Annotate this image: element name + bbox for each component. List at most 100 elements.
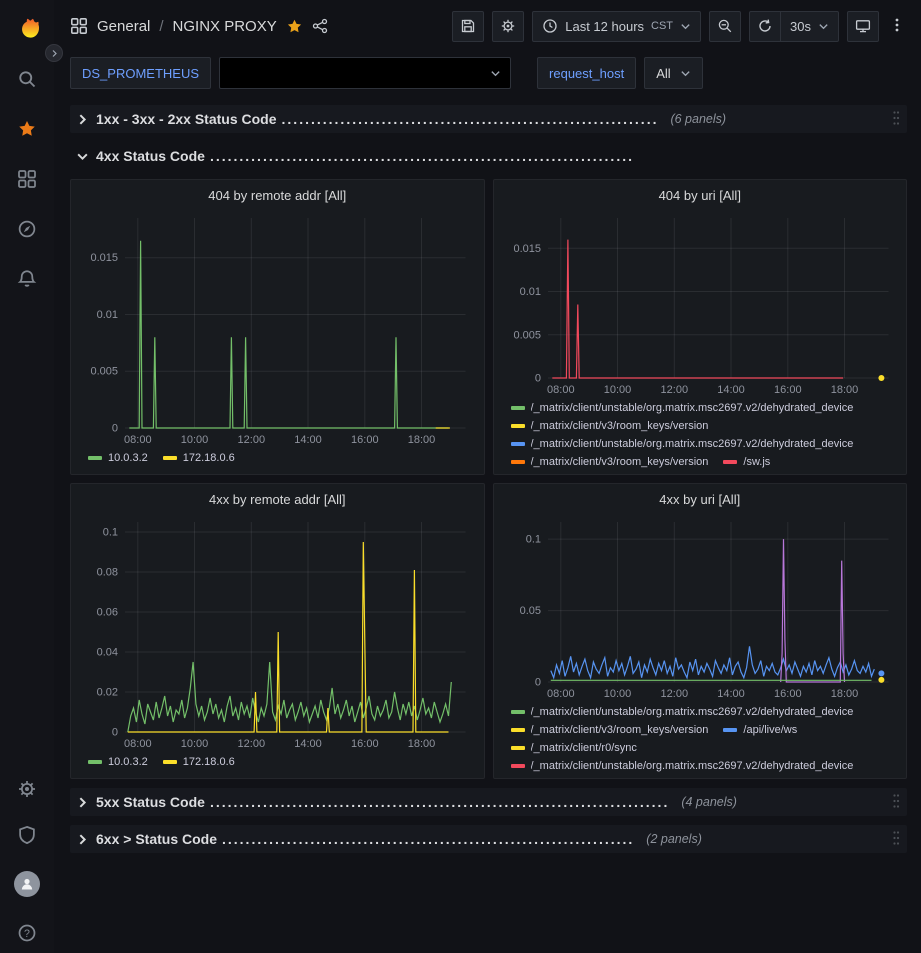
legend-label: /_matrix/client/unstable/org.matrix.msc2… xyxy=(531,438,854,450)
gear-icon xyxy=(500,18,516,34)
server-admin-shield-icon[interactable] xyxy=(17,825,37,845)
row-title: 1xx - 3xx - 2xx Status Code xyxy=(96,111,277,127)
panel-legend: 10.0.3.2 172.18.0.6 xyxy=(79,752,476,770)
row-drag-handle[interactable] xyxy=(882,793,900,812)
panel-title[interactable]: 404 by remote addr [All] xyxy=(79,184,476,208)
sidebar-expand-button[interactable] xyxy=(45,44,63,62)
legend-item[interactable]: /_matrix/client/unstable/org.matrix.msc2… xyxy=(511,758,854,772)
panel-legend: /_matrix/client/unstable/org.matrix.msc2… xyxy=(502,702,899,772)
configuration-gear-icon[interactable] xyxy=(17,779,37,799)
legend-swatch xyxy=(511,460,525,464)
svg-text:12:00: 12:00 xyxy=(238,738,266,750)
svg-text:18:00: 18:00 xyxy=(408,738,436,750)
main-area: General / NGINX PROXY Last 12 hours CST xyxy=(54,0,921,953)
dashboard-settings-button[interactable] xyxy=(492,11,524,42)
dashboard-title[interactable]: NGINX PROXY xyxy=(173,18,277,35)
row-leader-dots: ........................................… xyxy=(210,148,634,164)
svg-text:12:00: 12:00 xyxy=(660,688,688,700)
timeseries-chart[interactable]: 00.0050.010.01508:0010:0012:0014:0016:00… xyxy=(79,208,476,448)
drag-handle-icon xyxy=(892,830,900,846)
refresh-interval-dropdown[interactable]: 30s xyxy=(780,11,839,42)
panel-title[interactable]: 404 by uri [All] xyxy=(502,184,899,208)
svg-text:08:00: 08:00 xyxy=(547,688,575,700)
svg-text:0: 0 xyxy=(534,373,540,385)
user-avatar[interactable] xyxy=(14,871,40,897)
kebab-menu-icon xyxy=(889,17,905,33)
apps-grid-icon[interactable] xyxy=(70,17,88,35)
datasource-variable-value[interactable] xyxy=(219,57,511,89)
dashboard-row-4xx[interactable]: 4xx Status Code ........................… xyxy=(70,142,907,170)
row-drag-handle[interactable] xyxy=(882,110,900,129)
svg-text:0.005: 0.005 xyxy=(513,329,541,341)
row-title: 6xx > Status Code xyxy=(96,831,217,847)
row-drag-handle[interactable] xyxy=(882,830,900,849)
legend-label: /_matrix/client/unstable/org.matrix.msc2… xyxy=(531,706,854,718)
legend-item[interactable]: /_matrix/client/v3/room_keys/version xyxy=(511,418,709,434)
legend-label: 10.0.3.2 xyxy=(108,452,148,464)
chevron-down-icon xyxy=(490,68,501,79)
zoom-out-time-button[interactable] xyxy=(709,11,741,42)
legend-label: /api/live/ws xyxy=(743,724,797,736)
legend-item[interactable]: 172.18.0.6 xyxy=(163,450,235,466)
legend-swatch xyxy=(88,456,102,460)
navbar: General / NGINX PROXY Last 12 hours CST xyxy=(54,0,921,52)
svg-text:10:00: 10:00 xyxy=(181,434,209,446)
legend-item[interactable]: /sw.js xyxy=(723,454,770,468)
more-options-button[interactable] xyxy=(887,17,907,36)
grafana-logo[interactable] xyxy=(10,10,44,47)
svg-text:?: ? xyxy=(24,928,30,940)
refresh-button[interactable] xyxy=(749,11,781,42)
request-host-variable-dropdown[interactable]: All xyxy=(644,57,702,89)
svg-text:16:00: 16:00 xyxy=(774,688,802,700)
panel-title[interactable]: 4xx by uri [All] xyxy=(502,488,899,512)
svg-text:0.05: 0.05 xyxy=(519,605,540,617)
search-icon[interactable] xyxy=(17,69,37,89)
timeseries-chart[interactable]: 00.050.108:0010:0012:0014:0016:0018:00 xyxy=(502,512,899,702)
timeseries-chart[interactable]: 00.0050.010.01508:0010:0012:0014:0016:00… xyxy=(502,208,899,398)
legend-swatch xyxy=(511,728,525,732)
dashboards-icon[interactable] xyxy=(17,169,37,189)
legend-item[interactable]: /_matrix/client/unstable/org.matrix.msc2… xyxy=(511,400,854,416)
person-icon xyxy=(19,876,35,892)
svg-text:14:00: 14:00 xyxy=(717,688,745,700)
tv-mode-button[interactable] xyxy=(847,11,879,42)
legend-item[interactable]: /_matrix/client/v3/room_keys/version xyxy=(511,722,709,738)
starred-dashboards-icon[interactable] xyxy=(17,119,37,139)
legend-item[interactable]: /_matrix/client/unstable/org.matrix.msc2… xyxy=(511,436,854,452)
svg-text:0.005: 0.005 xyxy=(90,366,118,378)
monitor-icon xyxy=(855,18,871,34)
row-title: 4xx Status Code xyxy=(96,148,205,164)
save-dashboard-button[interactable] xyxy=(452,11,484,42)
favorite-star-icon[interactable] xyxy=(286,18,303,35)
dashboard-row-5xx[interactable]: 5xx Status Code ........................… xyxy=(70,788,907,816)
legend-item[interactable]: 10.0.3.2 xyxy=(88,754,148,770)
panel-legend: /_matrix/client/unstable/org.matrix.msc2… xyxy=(502,398,899,468)
legend-item[interactable]: /_matrix/client/v3/room_keys/version xyxy=(511,454,709,468)
request-host-variable-label[interactable]: request_host xyxy=(537,57,636,89)
legend-item[interactable]: /_matrix/client/unstable/org.matrix.msc2… xyxy=(511,704,854,720)
share-icon[interactable] xyxy=(312,18,328,34)
svg-text:08:00: 08:00 xyxy=(547,384,575,396)
drag-handle-icon xyxy=(892,793,900,809)
alerting-bell-icon[interactable] xyxy=(17,269,37,289)
timeseries-chart[interactable]: 00.020.040.060.080.108:0010:0012:0014:00… xyxy=(79,512,476,752)
row-panel-count: (2 panels) xyxy=(646,832,702,846)
panel-legend: 10.0.3.2 172.18.0.6 xyxy=(79,448,476,466)
time-range-picker[interactable]: Last 12 hours CST xyxy=(532,11,701,42)
legend-item[interactable]: 10.0.3.2 xyxy=(88,450,148,466)
dashboard-row-1xx-3xx-2xx[interactable]: 1xx - 3xx - 2xx Status Code ............… xyxy=(70,105,907,133)
legend-item[interactable]: /_matrix/client/r0/sync xyxy=(511,740,637,756)
svg-text:18:00: 18:00 xyxy=(408,434,436,446)
help-icon[interactable]: ? xyxy=(17,923,37,943)
legend-label: 172.18.0.6 xyxy=(183,452,235,464)
legend-swatch xyxy=(88,760,102,764)
dashboard-row-6xx[interactable]: 6xx > Status Code ......................… xyxy=(70,825,907,853)
explore-compass-icon[interactable] xyxy=(17,219,37,239)
zoom-out-icon xyxy=(717,18,733,34)
row-leader-dots: ........................................… xyxy=(210,794,669,810)
breadcrumb-section[interactable]: General xyxy=(97,18,150,35)
panel-title[interactable]: 4xx by remote addr [All] xyxy=(79,488,476,512)
legend-item[interactable]: 172.18.0.6 xyxy=(163,754,235,770)
datasource-variable-label[interactable]: DS_PROMETHEUS xyxy=(70,57,211,89)
legend-item[interactable]: /api/live/ws xyxy=(723,722,797,738)
